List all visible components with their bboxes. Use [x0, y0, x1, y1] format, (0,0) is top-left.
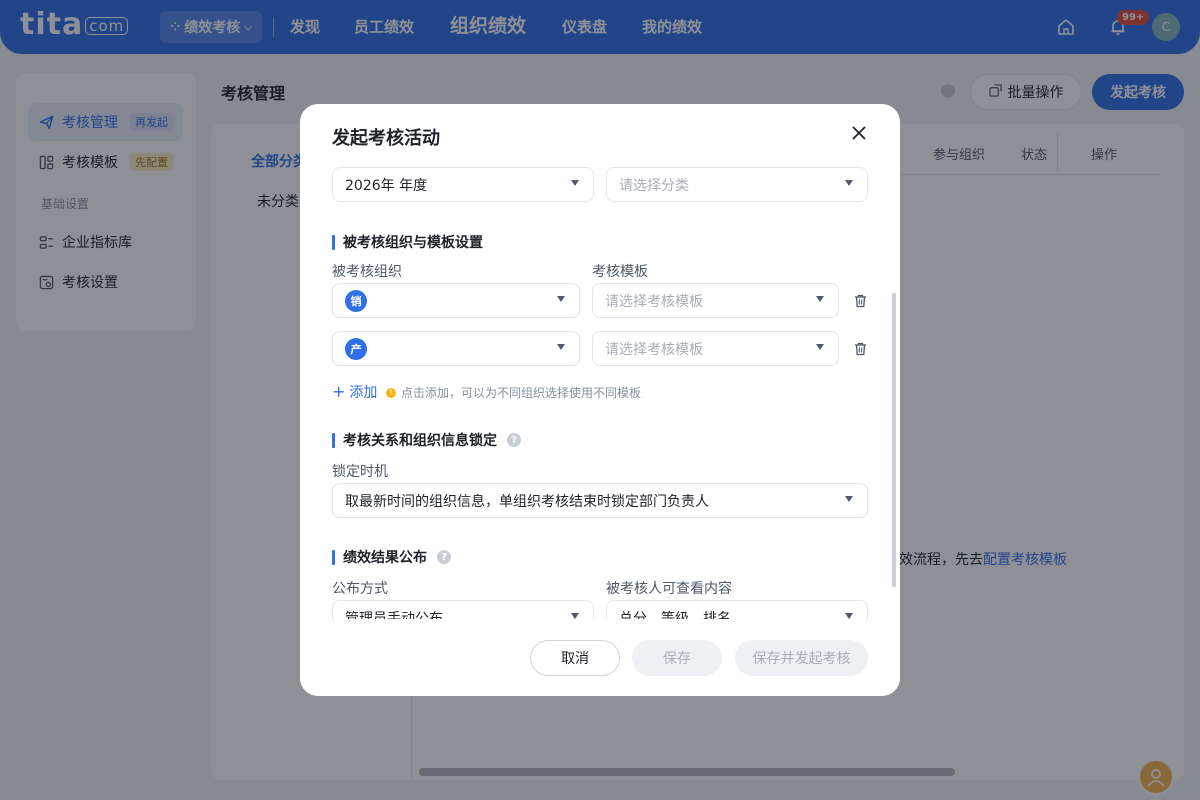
add-label: 添加 — [349, 385, 378, 401]
section-accent-bar — [332, 549, 335, 565]
label-org: 被考核组织 — [332, 264, 402, 280]
info-icon: ! — [386, 387, 396, 398]
add-org-button[interactable]: + 添加 — [332, 382, 377, 402]
org-chip: 产 — [345, 337, 367, 360]
plus-icon: + — [332, 382, 346, 401]
close-icon[interactable] — [848, 122, 870, 144]
caret-down-icon — [816, 296, 824, 302]
label-template: 考核模板 — [592, 264, 648, 280]
trash-icon[interactable] — [852, 341, 868, 357]
help-icon[interactable]: ? — [437, 550, 451, 564]
modal-title: 发起考核活动 — [332, 128, 440, 149]
section-accent-bar — [332, 432, 335, 448]
section-title: 考核关系和组织信息锁定 — [343, 433, 497, 449]
category-select-placeholder: 请选择分类 — [619, 177, 689, 194]
section-accent-bar — [332, 234, 335, 250]
save-button[interactable]: 保存 — [632, 640, 722, 676]
label-publish-mode: 公布方式 — [332, 581, 388, 597]
template-select-placeholder: 请选择考核模板 — [605, 341, 703, 358]
label-viewable-content: 被考核人可查看内容 — [606, 581, 732, 597]
template-select-2[interactable]: 请选择考核模板 — [592, 331, 839, 366]
section-title: 被考核组织与模板设置 — [343, 235, 483, 251]
template-select-1[interactable]: 请选择考核模板 — [592, 283, 839, 318]
modal-footer: 取消 保存 保存并发起考核 — [300, 620, 900, 696]
caret-down-icon — [571, 613, 579, 619]
section-lock: 考核关系和组织信息锁定 ? — [332, 430, 521, 450]
caret-down-icon — [845, 613, 853, 619]
year-select[interactable]: 2026年 年度 — [332, 167, 594, 202]
caret-down-icon — [816, 344, 824, 350]
modal-scrollbar[interactable] — [892, 293, 896, 587]
publish-mode-value: 管理员手动公布 — [345, 610, 443, 620]
viewable-content-value: 总分、等级、排名 — [619, 610, 731, 620]
category-select[interactable]: 请选择分类 — [606, 167, 868, 202]
help-icon[interactable]: ? — [507, 433, 521, 447]
org-chip: 销 — [345, 289, 367, 312]
cancel-button[interactable]: 取消 — [530, 640, 620, 676]
org-select-1[interactable]: 销 — [332, 283, 580, 318]
section-publish: 绩效结果公布 ? — [332, 547, 451, 567]
lock-time-value: 取最新时间的组织信息，单组织考核结束时锁定部门负责人 — [345, 493, 709, 510]
year-select-value: 2026年 年度 — [345, 177, 428, 194]
label-lock-time: 锁定时机 — [332, 464, 388, 480]
launch-review-modal: 发起考核活动 2026年 年度 请选择分类 被考核组织与模板设置 被考核组织 考… — [300, 104, 900, 696]
trash-icon[interactable] — [852, 293, 868, 309]
caret-down-icon — [557, 344, 565, 350]
save-and-launch-button[interactable]: 保存并发起考核 — [735, 640, 868, 676]
publish-mode-select[interactable]: 管理员手动公布 — [332, 600, 594, 619]
lock-time-select[interactable]: 取最新时间的组织信息，单组织考核结束时锁定部门负责人 — [332, 483, 868, 518]
caret-down-icon — [557, 296, 565, 302]
section-title: 绩效结果公布 — [343, 550, 427, 566]
modal-body: 2026年 年度 请选择分类 被考核组织与模板设置 被考核组织 考核模板 销 请… — [300, 164, 900, 619]
add-tip-text: 点击添加，可以为不同组织选择使用不同模板 — [401, 386, 642, 400]
add-tip: ! 点击添加，可以为不同组织选择使用不同模板 — [386, 384, 641, 401]
template-select-placeholder: 请选择考核模板 — [605, 293, 703, 310]
org-select-2[interactable]: 产 — [332, 331, 580, 366]
caret-down-icon — [571, 180, 579, 186]
caret-down-icon — [845, 180, 853, 186]
section-org-template: 被考核组织与模板设置 — [332, 232, 483, 252]
caret-down-icon — [845, 496, 853, 502]
viewable-content-select[interactable]: 总分、等级、排名 — [606, 600, 868, 619]
